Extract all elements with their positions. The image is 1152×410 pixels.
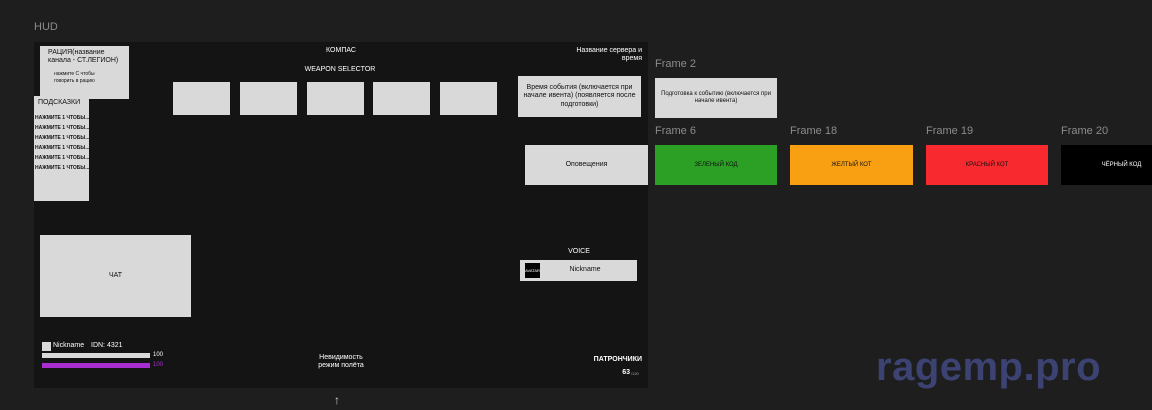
chat-label: ЧАТ xyxy=(108,271,123,279)
green-code-panel: ЗЕЛЕНЫЙ КОД xyxy=(655,145,777,185)
armor-bar xyxy=(42,363,150,368)
server-info: Название сервера и время xyxy=(576,47,642,63)
hint-item: НАЖМИТЕ 1 ЧТОБЫ... xyxy=(35,165,90,171)
yellow-code-panel: ЖЕЛТЫЙ КОТ xyxy=(790,145,913,185)
hint-item: НАЖМИТЕ 1 ЧТОБЫ... xyxy=(35,155,90,161)
arrow-up-icon: ↑ xyxy=(334,393,340,407)
hint-item: НАЖМИТЕ 1 ЧТОБЫ... xyxy=(35,135,90,141)
voice-entry: AVATAR Nickname xyxy=(520,260,637,281)
hud-frame: РАЦИЯ(название канала - СТ.ЛЕГИОН) нажми… xyxy=(34,42,648,388)
ammo-current: 63 xyxy=(622,369,630,376)
weapon-slot-4[interactable] xyxy=(373,82,430,115)
red-code-text: КРАСНЫЙ КОТ xyxy=(965,161,1009,168)
watermark-logo: ragemp.pro xyxy=(876,345,1102,389)
frame-6-title[interactable]: Frame 6 xyxy=(655,125,696,137)
weapon-selector-label: WEAPON SELECTOR xyxy=(304,66,376,73)
player-avatar xyxy=(42,342,51,351)
frame-2-text: Подготовка к событию (включается при нач… xyxy=(661,91,771,104)
voice-title: VOICE xyxy=(568,248,590,255)
notifications-text: Оповещения xyxy=(565,160,608,168)
ammo-total: /120 xyxy=(631,371,639,376)
frame-2-panel: Подготовка к событию (включается при нач… xyxy=(655,78,777,118)
status-flight-mode: режим полёта xyxy=(318,362,364,369)
compass-label: КОМПАС xyxy=(326,47,356,54)
hint-item: НАЖМИТЕ 1 ЧТОБЫ... xyxy=(35,145,90,151)
ammo-title: ПАТРОНЧИКИ xyxy=(593,356,642,363)
event-time-text: Время события (включается при начале иве… xyxy=(523,83,636,108)
health-bar xyxy=(42,353,150,358)
armor-value: 100 xyxy=(153,362,164,368)
health-bar-track xyxy=(42,353,150,358)
black-code-panel: ЧЁРНЫЙ КОД xyxy=(1061,145,1152,185)
event-time-panel: Время события (включается при начале иве… xyxy=(518,76,641,117)
hints-panel: ПОДСКАЗКИ НАЖМИТЕ 1 ЧТОБЫ... НАЖМИТЕ 1 Ч… xyxy=(34,96,89,201)
frame-19-title[interactable]: Frame 19 xyxy=(926,125,973,137)
radio-panel: РАЦИЯ(название канала - СТ.ЛЕГИОН) нажми… xyxy=(40,46,129,99)
hints-list: НАЖМИТЕ 1 ЧТОБЫ... НАЖМИТЕ 1 ЧТОБЫ... НА… xyxy=(34,113,89,173)
weapon-slot-2[interactable] xyxy=(240,82,297,115)
hud-frame-title[interactable]: HUD xyxy=(34,21,58,33)
player-idn: IDN: 4321 xyxy=(91,342,123,349)
red-code-panel: КРАСНЫЙ КОТ xyxy=(926,145,1048,185)
black-code-text: ЧЁРНЫЙ КОД xyxy=(1101,161,1142,168)
frame-2-title[interactable]: Frame 2 xyxy=(655,58,696,70)
hint-item: НАЖМИТЕ 1 ЧТОБЫ... xyxy=(35,115,90,121)
health-value: 100 xyxy=(153,352,164,358)
weapon-slot-3[interactable] xyxy=(307,82,364,115)
hint-item: НАЖМИТЕ 1 ЧТОБЫ... xyxy=(35,125,90,131)
player-nickname: Nickname xyxy=(53,342,85,349)
frame-20-title[interactable]: Frame 20 xyxy=(1061,125,1108,137)
weapon-slot-5[interactable] xyxy=(440,82,497,115)
hints-title: ПОДСКАЗКИ xyxy=(38,99,81,106)
armor-bar-track xyxy=(42,363,150,368)
frame-18-title[interactable]: Frame 18 xyxy=(790,125,837,137)
notifications-panel: Оповещения xyxy=(525,145,648,185)
radio-title: РАЦИЯ(название канала - СТ.ЛЕГИОН) xyxy=(48,49,119,65)
voice-nickname: Nickname xyxy=(569,266,601,273)
chat-panel[interactable]: ЧАТ xyxy=(40,235,191,317)
radio-hint: нажмите C чтобы говорить в рацию xyxy=(54,71,95,84)
yellow-code-text: ЖЕЛТЫЙ КОТ xyxy=(831,161,872,168)
green-code-text: ЗЕЛЕНЫЙ КОД xyxy=(694,161,738,168)
weapon-slot-1[interactable] xyxy=(173,82,230,115)
voice-avatar: AVATAR xyxy=(525,263,540,278)
